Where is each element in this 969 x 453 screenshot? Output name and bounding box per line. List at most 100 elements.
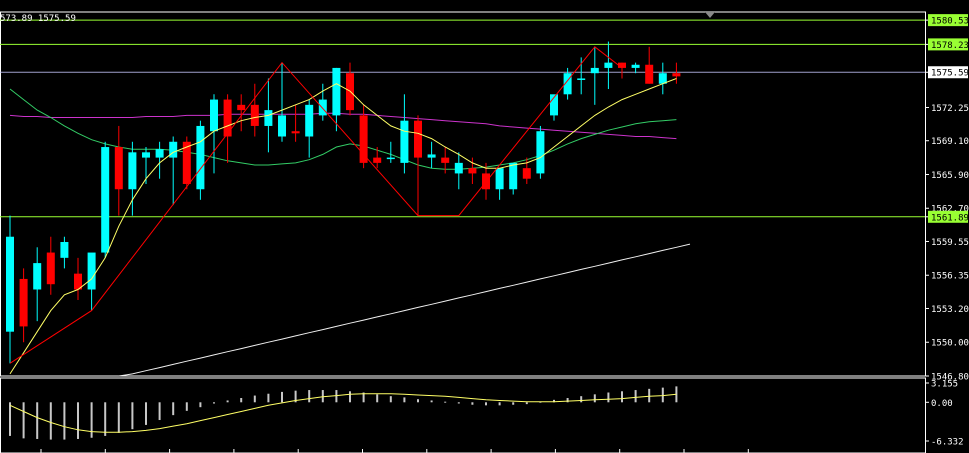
- oscillator-bar: [321, 390, 324, 403]
- candle-bullish[interactable]: [590, 46, 599, 105]
- candle-bullish[interactable]: [550, 94, 558, 121]
- candle-body: [522, 168, 531, 179]
- oscillator-bar: [36, 402, 39, 439]
- candle-bullish[interactable]: [536, 125, 545, 179]
- candle-bullish[interactable]: [278, 62, 286, 142]
- symbol-price-readout: 573.89 1575.59: [0, 14, 76, 24]
- oscillator-bar: [9, 402, 11, 436]
- candle-bullish[interactable]: [631, 62, 640, 74]
- candle-bearish[interactable]: [618, 62, 626, 79]
- candle-body: [414, 120, 422, 158]
- price-axis-label: 1578.23: [931, 41, 969, 51]
- candle-bearish[interactable]: [19, 268, 28, 343]
- candle-bearish[interactable]: [182, 136, 191, 190]
- oscillator-bar: [90, 402, 93, 438]
- price-axis-label: 1565.90: [931, 171, 969, 181]
- price-axis-label: 1575.59: [931, 69, 969, 79]
- oscillator-bar: [471, 402, 474, 405]
- candle-bullish[interactable]: [386, 141, 395, 163]
- candle-bearish[interactable]: [46, 236, 55, 295]
- oscillator-bar: [253, 395, 256, 403]
- candle-body: [33, 263, 42, 290]
- oscillator-bar: [145, 402, 147, 425]
- candle-bullish[interactable]: [509, 162, 518, 195]
- shift-marker-icon[interactable]: [705, 12, 715, 18]
- candle-body: [210, 99, 218, 132]
- candle-bearish[interactable]: [672, 62, 681, 84]
- candle-bullish[interactable]: [305, 99, 314, 158]
- oscillator-signal-line: [9, 393, 677, 433]
- candle-bullish[interactable]: [332, 67, 341, 132]
- oscillator-bar: [417, 399, 419, 403]
- oscillator-bar: [226, 400, 229, 403]
- candle-body: [101, 147, 110, 253]
- oscillator-frame: [0, 377, 926, 453]
- candle-bullish[interactable]: [658, 62, 667, 95]
- price-axis-label: 1580.53: [931, 17, 969, 27]
- candle-bullish[interactable]: [6, 215, 14, 364]
- oscillator-bar: [158, 402, 161, 421]
- candle-body: [672, 73, 681, 77]
- candle-body: [373, 157, 382, 163]
- candle-body: [536, 131, 545, 174]
- candle-body: [114, 147, 123, 190]
- price-axis-label: 1569.10: [931, 137, 969, 147]
- oscillator-bar: [634, 390, 637, 403]
- candle-bearish[interactable]: [250, 83, 259, 137]
- oscillator-bar: [281, 391, 283, 403]
- candle-body: [590, 67, 599, 74]
- candle-bullish[interactable]: [60, 236, 69, 269]
- oscillator-bar: [49, 402, 52, 440]
- candle-bearish[interactable]: [291, 104, 300, 142]
- candle-bullish[interactable]: [33, 247, 42, 322]
- oscillator-bar: [104, 402, 107, 436]
- oscillator-bar: [77, 402, 79, 439]
- candle-bullish[interactable]: [400, 94, 409, 174]
- candle-body: [291, 131, 300, 134]
- price-axis-label: 1556.35: [931, 272, 969, 282]
- candle-bearish[interactable]: [74, 257, 82, 301]
- candle-bearish[interactable]: [114, 125, 123, 216]
- oscillator-bar: [661, 387, 664, 403]
- candle-bullish[interactable]: [101, 141, 110, 258]
- candle-body: [196, 125, 205, 190]
- oscillator-bar: [525, 402, 528, 405]
- candle-bullish[interactable]: [196, 120, 205, 200]
- price-axis-label: 1559.55: [931, 238, 969, 248]
- candle-body: [46, 252, 55, 285]
- candle-bullish[interactable]: [495, 168, 504, 200]
- oscillator-bar: [430, 400, 433, 403]
- candle-body: [468, 168, 477, 174]
- candle-body: [19, 278, 28, 327]
- price-axis-label: 1550.00: [931, 339, 969, 349]
- candle-bullish[interactable]: [604, 41, 613, 90]
- candle-body: [441, 157, 450, 163]
- oscillator-axis-label: 0.00: [931, 399, 953, 409]
- candle-body: [60, 242, 69, 258]
- candle-body: [400, 120, 409, 163]
- candle-bearish[interactable]: [645, 46, 654, 84]
- oscillator-bar: [485, 402, 487, 406]
- candle-body: [386, 157, 395, 160]
- oscillator-bar: [457, 402, 460, 404]
- trading-chart[interactable]: 1580.53 1578.23 1575.59 1572.25 1569.10 1565.…: [0, 0, 969, 453]
- candle-body: [427, 154, 436, 158]
- candle-bearish[interactable]: [373, 147, 382, 169]
- candle-bearish[interactable]: [223, 94, 232, 163]
- candle-body: [318, 99, 327, 116]
- candle-body: [6, 236, 14, 332]
- candle-bullish[interactable]: [454, 152, 463, 190]
- candle-body: [577, 78, 586, 80]
- ma-long-line: [118, 243, 691, 377]
- candle-body: [142, 152, 150, 158]
- candle-bullish[interactable]: [427, 141, 436, 169]
- oscillator-axis-label: 3.155: [931, 380, 958, 390]
- price-axis-label: 1553.20: [931, 305, 969, 315]
- candle-body: [169, 141, 178, 158]
- candle-body: [509, 162, 518, 190]
- oscillator-bar: [63, 402, 66, 440]
- oscillator-bar: [349, 391, 351, 403]
- oscillator-bar: [403, 397, 406, 403]
- candle-bullish[interactable]: [169, 136, 178, 206]
- oscillator-bar: [621, 391, 623, 403]
